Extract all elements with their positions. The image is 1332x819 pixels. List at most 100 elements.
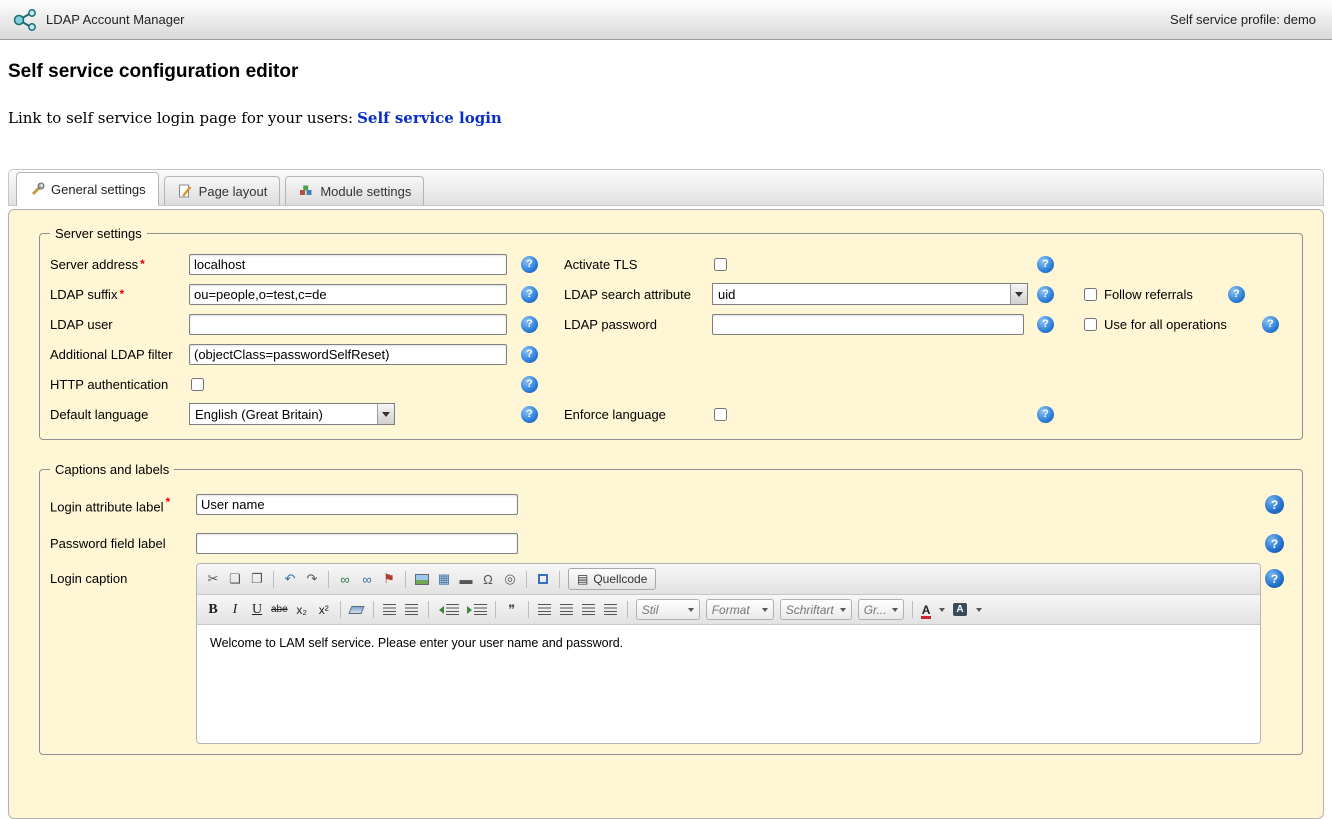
- maximize-icon[interactable]: [533, 569, 553, 589]
- special-char-icon[interactable]: Ω: [478, 569, 498, 589]
- server-address-input[interactable]: [189, 254, 507, 275]
- copy-icon[interactable]: ❏: [225, 569, 245, 589]
- help-icon[interactable]: ?: [1262, 316, 1279, 333]
- help-icon[interactable]: ?: [1228, 286, 1245, 303]
- chevron-down-icon: [892, 608, 898, 612]
- undo-icon[interactable]: ↶: [280, 569, 300, 589]
- dropdown-arrow-icon[interactable]: [1010, 284, 1027, 304]
- help-icon[interactable]: ?: [1265, 534, 1284, 553]
- selected-value: uid: [718, 287, 1010, 302]
- tab-page-layout[interactable]: Page layout: [164, 176, 281, 205]
- required-asterisk: *: [140, 257, 145, 271]
- source-button-label: Quellcode: [593, 572, 647, 586]
- login-attribute-label: Login attribute label*: [50, 495, 196, 514]
- help-icon[interactable]: ?: [521, 256, 538, 273]
- outdent-icon[interactable]: [435, 600, 461, 620]
- cut-icon[interactable]: ✂: [203, 569, 223, 589]
- iframe-globe-icon[interactable]: ◎: [500, 569, 520, 589]
- login-caption-editor: ✂ ❏ ❐ ↶ ↷ ∞ ∞ ⚑ ▦ ▬ Ω ◎: [196, 563, 1261, 744]
- editor-content-area[interactable]: Welcome to LAM self service. Please ente…: [197, 625, 1260, 743]
- tab-general-settings[interactable]: General settings: [16, 172, 159, 206]
- login-attribute-input[interactable]: [196, 494, 518, 515]
- login-link-line: Link to self service login page for your…: [8, 109, 1332, 127]
- text-color-button[interactable]: A: [919, 600, 949, 620]
- redo-icon[interactable]: ↷: [302, 569, 322, 589]
- help-icon[interactable]: ?: [1037, 406, 1054, 423]
- toolbar-separator: [405, 571, 406, 588]
- bold-icon[interactable]: B: [203, 600, 223, 620]
- subscript-icon[interactable]: x₂: [292, 600, 312, 620]
- login-caption-label: Login caption: [50, 563, 196, 586]
- background-color-button[interactable]: A: [950, 600, 984, 620]
- format-combo[interactable]: Format: [706, 599, 774, 620]
- size-combo[interactable]: Gr...: [858, 599, 904, 620]
- default-language-select[interactable]: English (Great Britain): [189, 403, 395, 425]
- page-title: Self service configuration editor: [8, 61, 1332, 83]
- follow-referrals-checkbox[interactable]: [1084, 288, 1097, 301]
- style-combo[interactable]: Stil: [636, 599, 700, 620]
- help-icon[interactable]: ?: [1265, 495, 1284, 514]
- superscript-icon[interactable]: x²: [314, 600, 334, 620]
- paste-icon[interactable]: ❐: [247, 569, 267, 589]
- help-icon[interactable]: ?: [521, 346, 538, 363]
- dropdown-arrow-icon[interactable]: [377, 404, 394, 424]
- strikethrough-icon[interactable]: abe: [269, 600, 290, 620]
- underline-icon[interactable]: U: [247, 600, 267, 620]
- ldap-password-label: LDAP password: [564, 309, 712, 339]
- password-field-row: Password field label ?: [50, 524, 1292, 563]
- tab-label-general: General settings: [51, 182, 146, 197]
- tab-module-settings[interactable]: Module settings: [285, 176, 424, 205]
- numbered-list-icon[interactable]: [380, 600, 400, 620]
- align-justify-icon[interactable]: [601, 600, 621, 620]
- toolbar-separator: [328, 571, 329, 588]
- ldap-user-input[interactable]: [189, 314, 507, 335]
- additional-filter-input[interactable]: [189, 344, 507, 365]
- ldap-suffix-input[interactable]: [189, 284, 507, 305]
- table-icon[interactable]: ▦: [434, 569, 454, 589]
- help-icon[interactable]: ?: [521, 406, 538, 423]
- use-all-operations-checkbox[interactable]: [1084, 318, 1097, 331]
- ldap-search-attribute-select[interactable]: uid: [712, 283, 1028, 305]
- align-left-icon[interactable]: [535, 600, 555, 620]
- password-field-label: Password field label: [50, 536, 196, 551]
- find-icon[interactable]: ∞: [335, 569, 355, 589]
- align-right-icon[interactable]: [579, 600, 599, 620]
- login-attribute-row: Login attribute label* ?: [50, 485, 1292, 524]
- help-icon[interactable]: ?: [1037, 316, 1054, 333]
- ldap-password-input[interactable]: [712, 314, 1024, 335]
- toolbar-separator: [912, 601, 913, 618]
- http-auth-checkbox[interactable]: [191, 378, 204, 391]
- use-all-operations-label: Use for all operations: [1104, 317, 1227, 332]
- replace-icon[interactable]: ∞: [357, 569, 377, 589]
- help-icon[interactable]: ?: [1037, 286, 1054, 303]
- page-pencil-icon: [177, 183, 193, 199]
- lam-logo-icon: [12, 7, 38, 33]
- password-field-input[interactable]: [196, 533, 518, 554]
- image-icon[interactable]: [412, 569, 432, 589]
- required-asterisk: *: [165, 495, 170, 509]
- login-caption-row: Login caption ✂ ❏ ❐ ↶ ↷ ∞ ∞ ⚑ ▦: [50, 563, 1292, 744]
- self-service-login-link[interactable]: Self service login: [357, 109, 502, 127]
- help-icon[interactable]: ?: [1037, 256, 1054, 273]
- italic-icon[interactable]: I: [225, 600, 245, 620]
- top-bar: LDAP Account Manager Self service profil…: [0, 0, 1332, 40]
- blockquote-icon[interactable]: ❞: [502, 600, 522, 620]
- indent-icon[interactable]: [463, 600, 489, 620]
- ldap-suffix-label: LDAP suffix*: [50, 279, 189, 309]
- align-center-icon[interactable]: [557, 600, 577, 620]
- remove-format-eraser-icon[interactable]: [347, 600, 367, 620]
- spellcheck-flag-icon[interactable]: ⚑: [379, 569, 399, 589]
- bullet-list-icon[interactable]: [402, 600, 422, 620]
- help-icon[interactable]: ?: [521, 376, 538, 393]
- captions-legend: Captions and labels: [50, 462, 174, 477]
- enforce-language-checkbox[interactable]: [714, 408, 727, 421]
- help-icon[interactable]: ?: [521, 286, 538, 303]
- font-combo[interactable]: Schriftart: [780, 599, 852, 620]
- horizontal-rule-icon[interactable]: ▬: [456, 569, 476, 589]
- source-button[interactable]: ▤ Quellcode: [568, 568, 656, 590]
- chevron-down-icon: [688, 608, 694, 612]
- toolbar-separator: [528, 601, 529, 618]
- activate-tls-checkbox[interactable]: [714, 258, 727, 271]
- help-icon[interactable]: ?: [521, 316, 538, 333]
- help-icon[interactable]: ?: [1265, 569, 1284, 588]
